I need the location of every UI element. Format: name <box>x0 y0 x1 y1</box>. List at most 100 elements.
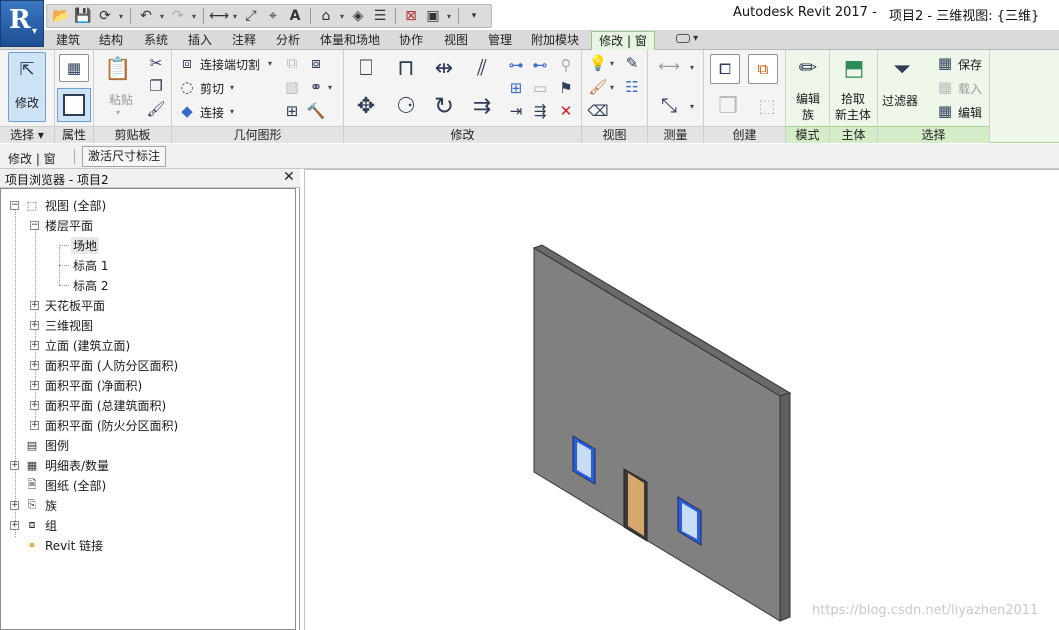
type-properties-icon[interactable]: ▦ <box>59 54 89 82</box>
pick-new-host-icon[interactable]: ⬒ <box>840 54 868 82</box>
wall-end-face[interactable] <box>779 392 791 622</box>
trim-extend-icon[interactable]: ⇉ <box>466 90 498 122</box>
wall-front-face[interactable] <box>533 247 781 622</box>
tree-item-area-plan-net[interactable]: + 面积平面 (净面积) <box>30 375 142 395</box>
join-geometry-dropdown[interactable]: ▾ <box>230 107 234 116</box>
mirror-pick-axis-icon[interactable]: ⇹ <box>428 52 460 84</box>
tree-item-area-plan-fire[interactable]: + 面积平面 (防火分区面积) <box>30 415 178 435</box>
trim-single-icon[interactable]: ⇶ <box>530 102 550 120</box>
tab-structure[interactable]: 结构 <box>93 31 129 50</box>
rotate-icon[interactable]: ↻ <box>428 90 460 122</box>
expand-toggle[interactable]: + <box>10 500 19 510</box>
tree-item-area-plan-gross[interactable]: + 面积平面 (总建筑面积) <box>30 395 166 415</box>
tab-systems[interactable]: 系统 <box>138 31 174 50</box>
expand-toggle[interactable]: + <box>10 520 19 530</box>
eraser-icon[interactable]: ⌫ <box>587 102 608 120</box>
door[interactable] <box>623 468 648 542</box>
pick-host-label-2[interactable]: 新主体 <box>835 106 871 123</box>
join-cut-icon[interactable]: ⧈ <box>178 54 196 72</box>
unpin-icon[interactable]: ⚲ <box>556 56 576 74</box>
tree-item-area-plan-civil-defense[interactable]: + 面积平面 (人防分区面积) <box>30 355 178 375</box>
section-icon[interactable]: ◈ <box>348 6 368 26</box>
load-selection-icon[interactable]: ▦ <box>936 78 954 96</box>
panel-label-select[interactable]: 选择 ▾ <box>0 126 54 143</box>
close-icon[interactable]: ✕ <box>283 169 295 185</box>
expand-toggle[interactable]: + <box>30 380 39 390</box>
expand-toggle[interactable]: + <box>10 460 19 470</box>
split-element-icon[interactable]: ⊶ <box>506 56 526 74</box>
join-geometry-label[interactable]: 连接 <box>200 104 224 121</box>
undo-icon[interactable]: ↶ <box>136 6 156 26</box>
measure-between-icon[interactable]: ⟷ <box>652 56 686 76</box>
tree-item-groups[interactable]: + ⧈ 组 <box>10 515 57 535</box>
copy-icon[interactable]: ❐ <box>147 77 165 95</box>
tree-item-ceiling-plans[interactable]: + 天花板平面 <box>30 295 105 315</box>
hammer-icon[interactable]: 🔨 <box>306 102 326 120</box>
paint-icon[interactable]: ▧ <box>282 78 302 96</box>
split-gap-icon[interactable]: ⊷ <box>530 56 550 74</box>
expand-toggle[interactable]: + <box>30 420 39 430</box>
linework-dropdown[interactable]: ▾ <box>610 83 614 92</box>
mirror-draw-axis-icon[interactable]: ⫽ <box>466 52 498 84</box>
tab-addins[interactable]: 附加模块 <box>527 31 583 50</box>
measure-icon[interactable]: ⟷ <box>209 6 229 26</box>
array-icon[interactable]: ⊞ <box>506 79 526 97</box>
tab-modify-window[interactable]: 修改 | 窗 <box>591 31 655 50</box>
pin-icon[interactable]: ⚑ <box>556 79 576 97</box>
tab-collaborate[interactable]: 协作 <box>393 31 429 50</box>
expand-toggle[interactable]: + <box>30 360 39 370</box>
redo-icon[interactable]: ↷ <box>168 6 188 26</box>
tree-item-floor-plans[interactable]: − 楼层平面 <box>30 215 93 235</box>
switch-windows-dropdown[interactable]: ▾ <box>445 12 453 21</box>
3d-view-dropdown[interactable]: ▾ <box>338 12 346 21</box>
tree-item-legends[interactable]: ▤ 图例 <box>10 435 69 455</box>
tree-item-sheets[interactable]: 🗎 图纸 (全部) <box>10 475 107 495</box>
filter-label[interactable]: 过滤器 <box>882 92 918 109</box>
edit-selection-label[interactable]: 编辑 <box>958 104 982 121</box>
linework-icon[interactable]: 🖌 <box>588 78 608 96</box>
tree-item-elevations[interactable]: + 立面 (建筑立面) <box>30 335 130 355</box>
3d-view-icon[interactable]: ⌂ <box>316 6 336 26</box>
cut-geometry-dropdown[interactable]: ▾ <box>230 83 234 92</box>
aligned-dimension-icon[interactable]: ⤢ <box>241 6 261 26</box>
tab-analyze[interactable]: 分析 <box>270 31 306 50</box>
edit-family-label-2[interactable]: 族 <box>802 106 814 123</box>
wall-joins-icon[interactable]: ⧉ <box>282 54 302 72</box>
expand-toggle[interactable]: + <box>30 300 39 310</box>
measure-between-dropdown[interactable]: ▾ <box>690 63 694 72</box>
expand-toggle[interactable]: + <box>30 340 39 350</box>
create-similar-icon[interactable]: ❒ <box>710 90 746 122</box>
edit-family-icon[interactable]: ✏ <box>794 54 822 82</box>
expand-toggle[interactable]: + <box>30 400 39 410</box>
tab-insert[interactable]: 插入 <box>182 31 218 50</box>
tree-item-3d-views[interactable]: + 三维视图 <box>30 315 93 335</box>
revit-application-menu-button[interactable]: R ▾ <box>0 0 44 47</box>
collapse-toggle[interactable]: − <box>30 220 39 230</box>
activate-dimensions-button[interactable]: 激活尺寸标注 <box>82 146 167 167</box>
customize-icon[interactable]: ▾ <box>464 6 484 26</box>
trim-multiple-icon[interactable]: ⇥ <box>506 102 526 120</box>
join-cut-label[interactable]: 连接端切割 <box>200 56 260 73</box>
tag-icon[interactable]: ⌖ <box>263 6 283 26</box>
sync-icon[interactable]: ⟳ <box>95 6 115 26</box>
tree-item-families[interactable]: + ⎘ 族 <box>10 495 57 515</box>
align-icon[interactable]: ⎕ <box>350 52 382 84</box>
join-cut-dropdown[interactable]: ▾ <box>268 59 272 68</box>
pick-host-label-1[interactable]: 拾取 <box>841 90 865 107</box>
override-graphics-icon[interactable]: ✎ <box>622 54 642 72</box>
join-geometry-icon[interactable]: ◆ <box>178 102 196 120</box>
tree-item-site[interactable]: 场地 <box>71 235 100 255</box>
save-icon[interactable]: 💾 <box>73 6 93 26</box>
hide-dropdown[interactable]: ▾ <box>610 59 614 68</box>
tree-item-views[interactable]: − ⬚ 视图 (全部) <box>10 195 106 215</box>
demolish-icon[interactable]: ⚭ <box>306 78 326 96</box>
geometry-more-dropdown[interactable]: ▾ <box>328 83 332 92</box>
properties-button[interactable] <box>57 88 91 122</box>
edit-selection-icon[interactable]: ▦ <box>936 102 954 120</box>
redo-dropdown[interactable]: ▾ <box>190 12 198 21</box>
text-icon[interactable]: A <box>285 6 305 26</box>
paste-dropdown[interactable]: ▾ <box>116 108 120 117</box>
create-group-icon[interactable]: ⬚ <box>752 90 782 122</box>
match-properties-icon[interactable]: 🖌 <box>146 100 165 118</box>
scale-icon[interactable]: ▭ <box>530 79 550 97</box>
